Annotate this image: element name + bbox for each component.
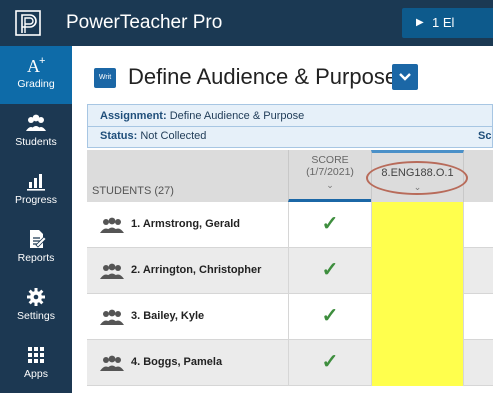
student-icon <box>100 309 124 325</box>
assignment-dropdown-button[interactable] <box>392 64 418 90</box>
nav-item-grading[interactable]: A + Grading <box>0 46 72 104</box>
svg-text:+: + <box>39 55 45 67</box>
nav-label: Settings <box>17 310 55 322</box>
student-icon <box>100 217 124 233</box>
table-row[interactable]: 4. Boggs, Pamela ✓ <box>87 340 493 386</box>
standard-cell[interactable] <box>371 202 464 248</box>
nav-label: Grading <box>17 78 55 90</box>
annotation-circle <box>366 161 468 195</box>
score-cell[interactable]: ✓ <box>288 294 371 339</box>
score-header-label: SCORE <box>311 154 349 166</box>
student-icon <box>100 263 124 279</box>
main-content: Writ Define Audience & Purpose Assignmen… <box>72 46 493 393</box>
nav-label: Reports <box>17 252 55 264</box>
nav-item-students[interactable]: Students <box>0 104 72 162</box>
score-cell[interactable]: ✓ <box>288 202 371 247</box>
table-row[interactable]: 3. Bailey, Kyle ✓ <box>87 294 493 340</box>
assignment-title: Define Audience & Purpose <box>128 64 398 89</box>
header-filler <box>464 150 493 202</box>
settings-icon <box>27 288 45 306</box>
table-row[interactable]: 1. Armstrong, Gerald ✓ <box>87 202 493 248</box>
standard-cell[interactable] <box>371 294 464 340</box>
status-value: Not Collected <box>140 130 207 142</box>
top-bar: PowerTeacher Pro ▶ 1 El <box>0 0 493 46</box>
student-icon <box>100 355 124 371</box>
left-nav: A + Grading Students Progress Reports Se… <box>0 46 72 393</box>
powerschool-logo-icon[interactable] <box>0 0 56 46</box>
chevron-down-icon: ⌄ <box>326 180 334 190</box>
nav-item-settings[interactable]: Settings <box>0 278 72 336</box>
info-divider <box>88 126 493 127</box>
top-menu-button-label: 1 El <box>432 15 455 30</box>
nav-label: Students <box>15 136 57 148</box>
student-name[interactable]: 2. Arrington, Christopher <box>131 264 261 276</box>
assignment-info-value: Define Audience & Purpose <box>169 110 305 122</box>
students-icon <box>26 114 46 131</box>
nav-item-reports[interactable]: Reports <box>0 220 72 278</box>
assignment-info-label: Assignment: <box>100 110 167 122</box>
status-row: Status: Not Collected <box>100 130 206 142</box>
score-column-header[interactable]: SCORE (1/7/2021) ⌄ <box>288 150 371 202</box>
score-cell[interactable]: ✓ <box>288 248 371 293</box>
score-info-link[interactable]: Sc <box>478 130 491 142</box>
student-name[interactable]: 3. Bailey, Kyle <box>131 310 204 322</box>
grading-icon: A + <box>27 55 45 76</box>
grid-header: STUDENTS (27) SCORE (1/7/2021) ⌄ 8.ENG18… <box>87 150 493 202</box>
nav-item-progress[interactable]: Progress <box>0 162 72 220</box>
reports-icon <box>30 230 47 248</box>
assignment-info-box: Assignment: Define Audience & Purpose St… <box>87 104 493 148</box>
standard-cell[interactable] <box>371 340 464 386</box>
status-label: Status: <box>100 130 138 142</box>
progress-icon <box>27 174 45 191</box>
nav-label: Apps <box>24 368 48 380</box>
chevron-down-icon <box>399 73 411 81</box>
apps-icon <box>28 347 44 363</box>
students-column-header[interactable]: STUDENTS (27) <box>92 185 174 197</box>
assignment-type-badge: Writ <box>94 68 116 88</box>
student-name[interactable]: 4. Boggs, Pamela <box>131 356 222 368</box>
nav-item-apps[interactable]: Apps <box>0 336 72 393</box>
assignment-info-row: Assignment: Define Audience & Purpose <box>100 110 304 122</box>
table-row[interactable]: 2. Arrington, Christopher ✓ <box>87 248 493 294</box>
play-icon: ▶ <box>416 17 424 28</box>
standard-cell[interactable] <box>371 248 464 294</box>
score-header-date: (1/7/2021) <box>306 166 354 178</box>
top-menu-button[interactable]: ▶ 1 El <box>402 8 493 38</box>
nav-label: Progress <box>14 194 57 206</box>
app-title: PowerTeacher Pro <box>66 12 223 33</box>
score-cell[interactable]: ✓ <box>288 340 371 385</box>
student-name[interactable]: 1. Armstrong, Gerald <box>131 218 240 230</box>
